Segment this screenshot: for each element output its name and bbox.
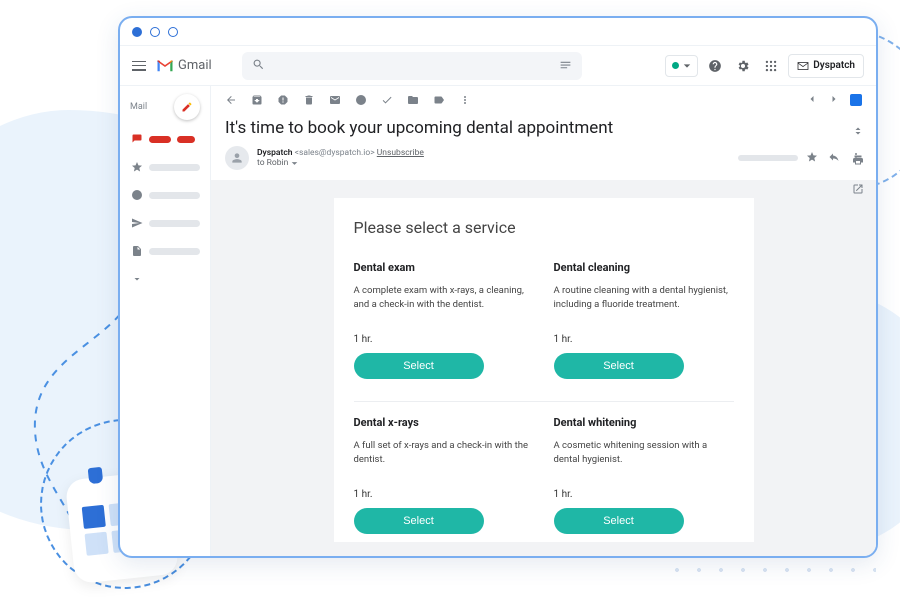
mail-section-label[interactable]: Mail — [130, 102, 147, 112]
labels-button[interactable] — [433, 91, 445, 110]
presence-dot-icon — [672, 62, 679, 69]
window-control-dot[interactable] — [132, 27, 142, 37]
gmail-logo[interactable]: Gmail — [156, 58, 212, 73]
service-title: Dental x-rays — [354, 416, 534, 429]
add-to-tasks-button[interactable] — [381, 91, 393, 110]
service-description: A routine cleaning with a dental hygieni… — [554, 284, 734, 322]
older-button[interactable] — [806, 93, 818, 108]
sidebar-item-starred[interactable] — [130, 158, 200, 176]
clock-icon — [130, 189, 143, 202]
main-menu-button[interactable] — [132, 61, 146, 71]
search-options-icon[interactable] — [559, 56, 572, 75]
star-button[interactable] — [806, 151, 818, 166]
reply-button[interactable] — [828, 151, 840, 166]
service-duration: 1 hr. — [554, 489, 734, 500]
timestamp-placeholder — [738, 155, 798, 161]
gmail-wordmark: Gmail — [178, 58, 212, 73]
service-card: Dental x-rays A full set of x-rays and a… — [354, 416, 534, 542]
email-body: Please select a service Dental exam A co… — [211, 180, 876, 556]
email-subject: It's time to book your upcoming dental a… — [211, 114, 876, 146]
archive-button[interactable] — [251, 91, 263, 110]
message-pane: It's time to book your upcoming dental a… — [210, 86, 876, 556]
dyspatch-addon-button[interactable]: Dyspatch — [788, 54, 864, 78]
print-button[interactable] — [852, 151, 864, 170]
window-titlebar — [120, 18, 876, 46]
sidebar: Mail — [120, 86, 210, 556]
service-duration: 1 hr. — [354, 489, 534, 500]
select-button[interactable]: Select — [354, 353, 484, 379]
sender-avatar[interactable] — [225, 146, 249, 170]
sidepanel-calendar-icon[interactable] — [850, 94, 862, 106]
service-duration: 1 hr. — [554, 334, 734, 345]
label-placeholder — [149, 164, 200, 171]
sidebar-item-snoozed[interactable] — [130, 186, 200, 204]
expand-all-button[interactable] — [852, 122, 864, 141]
more-button[interactable] — [459, 91, 471, 110]
delete-button[interactable] — [303, 91, 315, 110]
message-toolbar — [211, 86, 876, 114]
service-description: A cosmetic whitening session with a dent… — [554, 439, 734, 477]
inbox-icon — [130, 133, 143, 146]
message-side-actions — [852, 122, 864, 199]
report-spam-button[interactable] — [277, 91, 289, 110]
email-heading: Please select a service — [354, 218, 734, 237]
open-new-window-button[interactable] — [852, 180, 864, 199]
select-button[interactable]: Select — [554, 508, 684, 534]
label-placeholder — [149, 220, 200, 227]
label-placeholder — [149, 136, 171, 143]
label-placeholder — [149, 248, 200, 255]
service-title: Dental exam — [354, 261, 534, 274]
sender-address: <sales@dyspatch.io> — [295, 148, 375, 158]
apps-button[interactable] — [760, 55, 782, 77]
chevron-down-icon — [683, 62, 691, 70]
mark-unread-button[interactable] — [329, 91, 341, 110]
file-icon — [130, 245, 143, 258]
service-card: Dental cleaning A routine cleaning with … — [554, 261, 734, 387]
sender-name: Dyspatch — [257, 148, 293, 158]
support-button[interactable] — [704, 55, 726, 77]
chevron-down-icon[interactable] — [291, 160, 298, 167]
service-grid: Dental exam A complete exam with x-rays,… — [354, 261, 734, 542]
status-indicator[interactable] — [665, 55, 698, 77]
sidebar-item-sent[interactable] — [130, 214, 200, 232]
send-icon — [130, 217, 143, 230]
star-icon — [130, 161, 143, 174]
service-description: A complete exam with x-rays, a cleaning,… — [354, 284, 534, 322]
dyspatch-addon-label: Dyspatch — [813, 60, 855, 71]
window-control-dot[interactable] — [150, 27, 160, 37]
label-placeholder — [149, 192, 200, 199]
sidebar-expand[interactable] — [130, 270, 200, 288]
settings-button[interactable] — [732, 55, 754, 77]
sender-row: Dyspatch <sales@dyspatch.io> Unsubscribe… — [211, 146, 876, 180]
gmail-header: Gmail Dyspatch — [120, 46, 876, 86]
unsubscribe-link[interactable]: Unsubscribe — [377, 148, 424, 158]
select-button[interactable]: Select — [354, 508, 484, 534]
snooze-button[interactable] — [355, 91, 367, 110]
envelope-icon — [797, 61, 809, 71]
search-icon — [252, 56, 265, 75]
service-card: Dental whitening A cosmetic whitening se… — [554, 416, 734, 542]
back-button[interactable] — [225, 91, 237, 110]
browser-window: Gmail Dyspatch Mail — [118, 16, 878, 558]
sidebar-item-drafts[interactable] — [130, 242, 200, 260]
sidebar-item-inbox[interactable] — [130, 130, 200, 148]
email-content-card: Please select a service Dental exam A co… — [334, 198, 754, 542]
count-placeholder — [177, 136, 195, 143]
recipient-line: to Robin — [257, 158, 288, 168]
chevron-down-icon — [130, 273, 143, 286]
compose-button[interactable] — [174, 94, 200, 120]
select-button[interactable]: Select — [554, 353, 684, 379]
search-bar[interactable] — [242, 52, 582, 80]
move-to-button[interactable] — [407, 91, 419, 110]
service-title: Dental cleaning — [554, 261, 734, 274]
newer-button[interactable] — [828, 93, 840, 108]
service-title: Dental whitening — [554, 416, 734, 429]
service-description: A full set of x-rays and a check-in with… — [354, 439, 534, 477]
service-duration: 1 hr. — [354, 334, 534, 345]
service-card: Dental exam A complete exam with x-rays,… — [354, 261, 534, 387]
window-control-dot[interactable] — [168, 27, 178, 37]
